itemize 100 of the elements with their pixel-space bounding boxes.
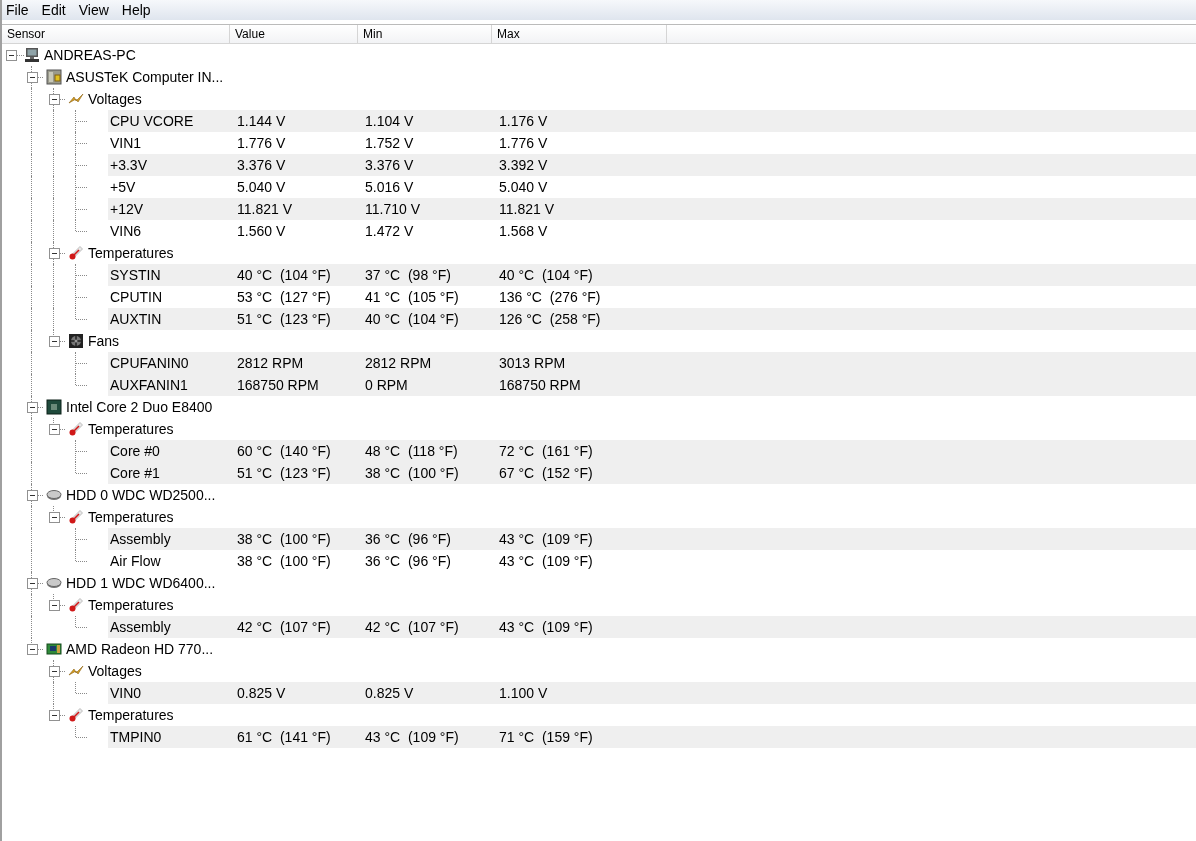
- tree-node-label[interactable]: Temperatures: [88, 597, 174, 613]
- min-cell-text: 11.710 V: [364, 201, 421, 217]
- chip-icon: [46, 399, 62, 415]
- value-cell-text: 1.144 V: [236, 113, 287, 129]
- thermometer-icon: [68, 509, 84, 525]
- collapse-toggle[interactable]: [49, 512, 60, 523]
- menu-item[interactable]: Help: [115, 2, 157, 18]
- min-cell-text: 43 °C (109 °F): [364, 729, 460, 745]
- motherboard-icon: [46, 69, 62, 85]
- value-cell-text: 1.560 V: [236, 223, 287, 239]
- sensor-name: TMPIN0: [109, 729, 163, 745]
- sensor-name: Assembly: [109, 531, 172, 547]
- collapse-toggle[interactable]: [27, 402, 38, 413]
- collapse-toggle[interactable]: [49, 666, 60, 677]
- tree-node-label[interactable]: Voltages: [88, 663, 142, 679]
- min-cell-text: 42 °C (107 °F): [364, 619, 460, 635]
- tree-node-label[interactable]: HDD 0 WDC WD2500...: [66, 487, 216, 503]
- column-header[interactable]: Sensor: [2, 25, 230, 43]
- value-cell-text: 168750 RPM: [236, 377, 320, 393]
- computer-icon: [24, 47, 40, 63]
- sensor-name: +5V: [109, 179, 137, 195]
- value-cell-text: 11.821 V: [236, 201, 293, 217]
- thermometer-icon: [68, 707, 84, 723]
- min-cell-text: 40 °C (104 °F): [364, 311, 460, 327]
- sensor-name: AUXTIN: [109, 311, 163, 327]
- value-cell-text: 53 °C (127 °F): [236, 289, 332, 305]
- collapse-toggle[interactable]: [49, 248, 60, 259]
- value-cell-text: 2812 RPM: [236, 355, 305, 371]
- max-cell-text: 40 °C (104 °F): [498, 267, 593, 283]
- collapse-toggle[interactable]: [27, 578, 38, 589]
- value-cell-text: 38 °C (100 °F): [236, 531, 332, 547]
- max-cell-text: 1.568 V: [498, 223, 548, 239]
- collapse-toggle[interactable]: [27, 490, 38, 501]
- sensor-name: +12V: [109, 201, 145, 217]
- max-cell-text: 71 °C (159 °F): [498, 729, 593, 745]
- tree-node-label[interactable]: Temperatures: [88, 707, 174, 723]
- min-cell-text: 41 °C (105 °F): [364, 289, 460, 305]
- max-cell-text: 136 °C (276 °F): [498, 289, 601, 305]
- column-header[interactable]: Max: [492, 25, 667, 43]
- tree-node-label[interactable]: ASUSTeK Computer IN...: [66, 69, 224, 85]
- tree-node-label[interactable]: HDD 1 WDC WD6400...: [66, 575, 216, 591]
- sensor-name: SYSTIN: [109, 267, 162, 283]
- hard-disk-icon: [46, 487, 62, 503]
- collapse-toggle[interactable]: [27, 72, 38, 83]
- collapse-toggle[interactable]: [6, 50, 17, 61]
- value-cell-text: 61 °C (141 °F): [236, 729, 332, 745]
- min-cell-text: 48 °C (118 °F): [364, 443, 459, 459]
- tree-node-label[interactable]: AMD Radeon HD 770...: [66, 641, 214, 657]
- max-cell-text: 1.176 V: [498, 113, 548, 129]
- max-cell-text: 168750 RPM: [498, 377, 581, 393]
- column-header[interactable]: Min: [358, 25, 492, 43]
- tree-node-label[interactable]: Temperatures: [88, 509, 174, 525]
- max-cell-text: 43 °C (109 °F): [498, 619, 593, 635]
- thermometer-icon: [68, 421, 84, 437]
- column-header[interactable]: Value: [230, 25, 358, 43]
- min-cell-text: 2812 RPM: [364, 355, 433, 371]
- thermometer-icon: [68, 245, 84, 261]
- sensor-name: +3.3V: [109, 157, 148, 173]
- sensor-name: Air Flow: [109, 553, 162, 569]
- tree-node-label[interactable]: Voltages: [88, 91, 142, 107]
- collapse-toggle[interactable]: [49, 710, 60, 721]
- sensor-name: VIN6: [109, 223, 143, 239]
- collapse-toggle[interactable]: [49, 336, 60, 347]
- tree-node-label[interactable]: ANDREAS-PC: [44, 47, 136, 63]
- sensor-name: CPUFANIN0: [109, 355, 190, 371]
- sensor-name: VIN0: [109, 685, 143, 701]
- menu-item[interactable]: Edit: [35, 2, 72, 18]
- collapse-toggle[interactable]: [49, 424, 60, 435]
- collapse-toggle[interactable]: [49, 600, 60, 611]
- max-cell-text: 5.040 V: [498, 179, 548, 195]
- min-cell-text: 37 °C (98 °F): [364, 267, 452, 283]
- max-cell-text: 43 °C (109 °F): [498, 531, 593, 547]
- thermometer-icon: [68, 597, 84, 613]
- min-cell-text: 36 °C (96 °F): [364, 553, 452, 569]
- collapse-toggle[interactable]: [27, 644, 38, 655]
- max-cell-text: 1.100 V: [498, 685, 548, 701]
- value-cell-text: 0.825 V: [236, 685, 287, 701]
- min-cell-text: 3.376 V: [364, 157, 415, 173]
- min-cell-text: 1.752 V: [364, 135, 415, 151]
- menu-item[interactable]: View: [72, 2, 115, 18]
- tree-node-label[interactable]: Temperatures: [88, 245, 174, 261]
- graphics-card-icon: [46, 641, 62, 657]
- value-cell-text: 60 °C (140 °F): [236, 443, 332, 459]
- tree-node-label[interactable]: Fans: [88, 333, 120, 349]
- tree-node-label[interactable]: Temperatures: [88, 421, 174, 437]
- min-cell-text: 1.472 V: [364, 223, 415, 239]
- menu-item[interactable]: File: [2, 2, 35, 18]
- max-cell-text: 11.821 V: [498, 201, 554, 217]
- value-cell-text: 42 °C (107 °F): [236, 619, 332, 635]
- fan-icon: [68, 333, 84, 349]
- sensor-name: AUXFANIN1: [109, 377, 189, 393]
- sensor-name: Assembly: [109, 619, 172, 635]
- value-cell-text: 5.040 V: [236, 179, 287, 195]
- sensor-name: CPU VCORE: [109, 113, 195, 129]
- sensor-name: Core #1: [109, 465, 161, 481]
- collapse-toggle[interactable]: [49, 94, 60, 105]
- tree-node-label[interactable]: Intel Core 2 Duo E8400: [66, 399, 213, 415]
- value-cell-text: 51 °C (123 °F): [236, 311, 332, 327]
- max-cell-text: 1.776 V: [498, 135, 548, 151]
- min-cell-text: 1.104 V: [364, 113, 415, 129]
